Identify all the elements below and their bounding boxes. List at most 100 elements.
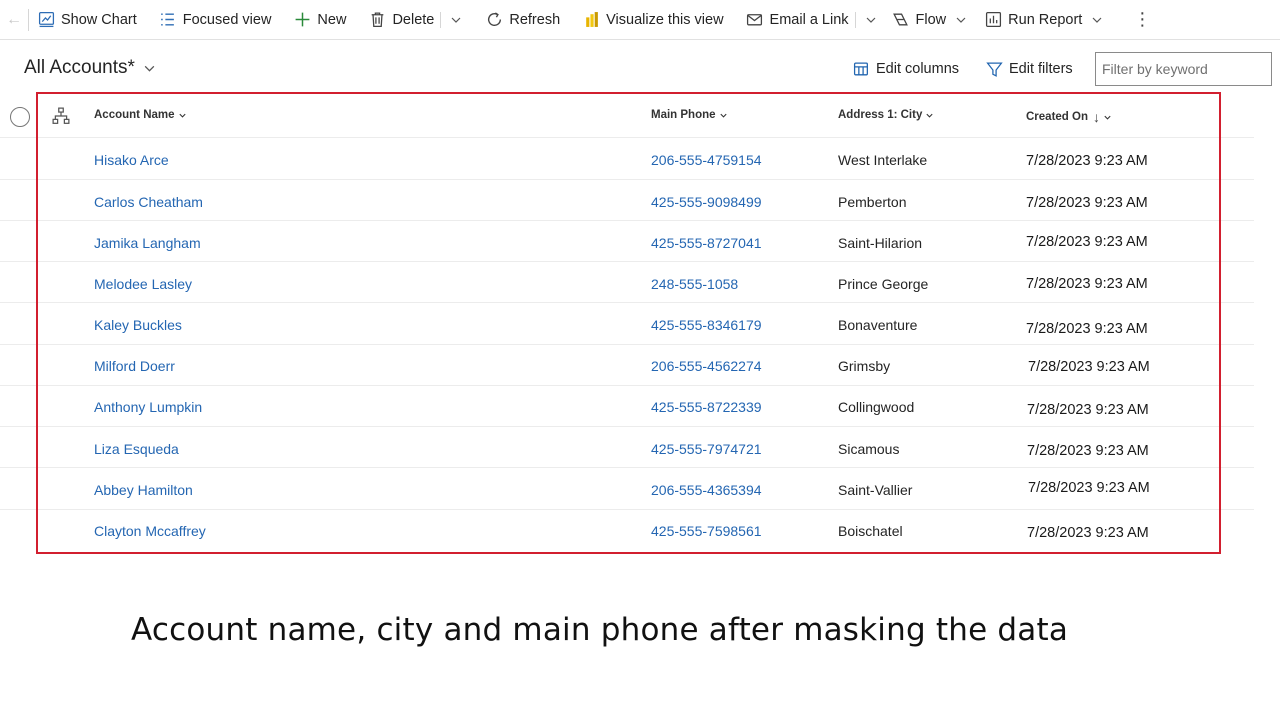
chevron-down-icon bbox=[178, 111, 187, 120]
sort-descending-icon: ↓ bbox=[1093, 109, 1100, 125]
city-cell: Collingwood bbox=[838, 399, 915, 415]
trash-icon bbox=[368, 11, 386, 29]
hierarchy-icon[interactable] bbox=[52, 107, 70, 125]
report-icon bbox=[984, 11, 1002, 29]
created-on-cell: 7/28/2023 9:23 AM bbox=[1027, 443, 1149, 459]
chevron-down-icon[interactable] bbox=[946, 0, 976, 40]
created-on-cell: 7/28/2023 9:23 AM bbox=[1026, 153, 1148, 169]
main-phone-link[interactable]: 425-555-7974721 bbox=[651, 441, 762, 457]
show-chart-button[interactable]: Show Chart bbox=[29, 0, 148, 40]
city-cell: West Interlake bbox=[838, 152, 928, 168]
column-header-city[interactable]: Address 1: City bbox=[838, 109, 934, 121]
account-name-link[interactable]: Liza Esqueda bbox=[94, 441, 179, 457]
main-phone-link[interactable]: 425-555-8727041 bbox=[651, 235, 762, 251]
chevron-down-icon bbox=[143, 62, 156, 75]
run-report-button[interactable]: Run Report bbox=[976, 0, 1082, 40]
account-name-link[interactable]: Hisako Arce bbox=[94, 152, 169, 168]
created-on-cell: 7/28/2023 9:23 AM bbox=[1026, 234, 1148, 250]
show-chart-label: Show Chart bbox=[61, 11, 137, 28]
created-on-cell: 7/28/2023 9:23 AM bbox=[1028, 359, 1150, 375]
chevron-down-icon[interactable] bbox=[441, 0, 471, 40]
account-name-link[interactable]: Anthony Lumpkin bbox=[94, 399, 202, 415]
city-cell: Grimsby bbox=[838, 358, 891, 374]
email-link-icon bbox=[746, 11, 764, 29]
chart-icon bbox=[37, 11, 55, 29]
column-header-label: Main Phone bbox=[651, 109, 716, 121]
flow-label: Flow bbox=[915, 11, 947, 28]
filter-keyword-input[interactable] bbox=[1095, 52, 1272, 86]
city-cell: Saint-Hilarion bbox=[838, 235, 923, 251]
account-name-link[interactable]: Melodee Lasley bbox=[94, 276, 192, 292]
city-cell: Boischatel bbox=[838, 523, 903, 539]
chevron-down-icon[interactable] bbox=[856, 0, 886, 40]
edit-columns-button[interactable]: Edit columns bbox=[842, 52, 969, 86]
edit-columns-icon bbox=[852, 60, 870, 78]
account-name-link[interactable]: Jamika Langham bbox=[94, 235, 201, 251]
chevron-down-icon bbox=[719, 111, 728, 120]
back-arrow-icon[interactable]: ← bbox=[0, 0, 28, 40]
city-cell: Prince George bbox=[838, 276, 929, 292]
column-header-label: Created On bbox=[1026, 111, 1088, 123]
email-link-button[interactable]: Email a Link bbox=[735, 0, 855, 40]
city-cell: Bonaventure bbox=[838, 317, 918, 333]
delete-button[interactable]: Delete bbox=[357, 0, 440, 40]
account-name-link[interactable]: Carlos Cheatham bbox=[94, 194, 203, 210]
chevron-down-icon[interactable] bbox=[1082, 0, 1112, 40]
city-cell: Sicamous bbox=[838, 441, 900, 457]
select-all-checkbox[interactable] bbox=[10, 107, 30, 127]
chevron-down-icon bbox=[1103, 113, 1112, 122]
created-on-cell: 7/28/2023 9:23 AM bbox=[1026, 321, 1148, 337]
account-name-link[interactable]: Milford Doerr bbox=[94, 358, 175, 374]
plus-icon bbox=[293, 11, 311, 29]
city-cell: Saint-Vallier bbox=[838, 482, 913, 498]
edit-columns-label: Edit columns bbox=[876, 61, 960, 77]
view-actions: Edit columns Edit filters bbox=[842, 52, 1083, 86]
created-on-cell: 7/28/2023 9:23 AM bbox=[1027, 525, 1149, 541]
main-phone-link[interactable]: 206-555-4759154 bbox=[651, 152, 762, 168]
command-bar: ← Show Chart Focused view New Delete Ref… bbox=[0, 0, 1280, 40]
main-phone-link[interactable]: 425-555-7598561 bbox=[651, 523, 762, 539]
column-header-label: Address 1: City bbox=[838, 109, 923, 121]
main-phone-link[interactable]: 425-555-8722339 bbox=[651, 399, 762, 415]
created-on-cell: 7/28/2023 9:23 AM bbox=[1026, 195, 1148, 211]
filter-icon bbox=[985, 60, 1003, 78]
visualize-view-button[interactable]: Visualize this view bbox=[571, 0, 734, 40]
refresh-button[interactable]: Refresh bbox=[471, 0, 571, 40]
flow-button[interactable]: Flow bbox=[886, 0, 947, 40]
column-header-created-on[interactable]: Created On ↓ bbox=[1026, 109, 1112, 125]
chevron-down-icon bbox=[925, 111, 934, 120]
flow-icon bbox=[892, 11, 910, 29]
more-vertical-icon[interactable]: ⋮ bbox=[1122, 0, 1162, 40]
refresh-icon bbox=[485, 11, 503, 29]
run-report-label: Run Report bbox=[1008, 11, 1083, 28]
main-phone-link[interactable]: 206-555-4365394 bbox=[651, 482, 762, 498]
account-name-link[interactable]: Abbey Hamilton bbox=[94, 482, 193, 498]
edit-filters-label: Edit filters bbox=[1009, 61, 1073, 77]
focused-view-button[interactable]: Focused view bbox=[148, 0, 283, 40]
view-selector[interactable]: All Accounts* bbox=[24, 57, 156, 79]
power-bi-icon bbox=[582, 11, 600, 29]
focused-view-icon bbox=[159, 11, 177, 29]
new-label: New bbox=[317, 11, 347, 28]
refresh-label: Refresh bbox=[509, 11, 561, 28]
city-cell: Pemberton bbox=[838, 194, 907, 210]
edit-filters-button[interactable]: Edit filters bbox=[975, 52, 1083, 86]
created-on-cell: 7/28/2023 9:23 AM bbox=[1027, 402, 1149, 418]
focused-view-label: Focused view bbox=[182, 11, 272, 28]
email-link-label: Email a Link bbox=[769, 11, 849, 28]
column-header-label: Account Name bbox=[94, 109, 175, 121]
main-phone-link[interactable]: 206-555-4562274 bbox=[651, 358, 762, 374]
main-phone-link[interactable]: 425-555-8346179 bbox=[651, 317, 762, 333]
column-header-main-phone[interactable]: Main Phone bbox=[651, 109, 728, 121]
view-title: All Accounts* bbox=[24, 57, 135, 78]
created-on-cell: 7/28/2023 9:23 AM bbox=[1026, 276, 1148, 292]
column-header-account-name[interactable]: Account Name bbox=[94, 109, 187, 121]
created-on-cell: 7/28/2023 9:23 AM bbox=[1028, 480, 1150, 496]
main-phone-link[interactable]: 425-555-9098499 bbox=[651, 194, 762, 210]
account-name-link[interactable]: Kaley Buckles bbox=[94, 317, 182, 333]
visualize-label: Visualize this view bbox=[606, 11, 724, 28]
new-button[interactable]: New bbox=[282, 0, 357, 40]
main-phone-link[interactable]: 248-555-1058 bbox=[651, 276, 738, 292]
account-name-link[interactable]: Clayton Mccaffrey bbox=[94, 523, 206, 539]
delete-label: Delete bbox=[392, 11, 435, 28]
